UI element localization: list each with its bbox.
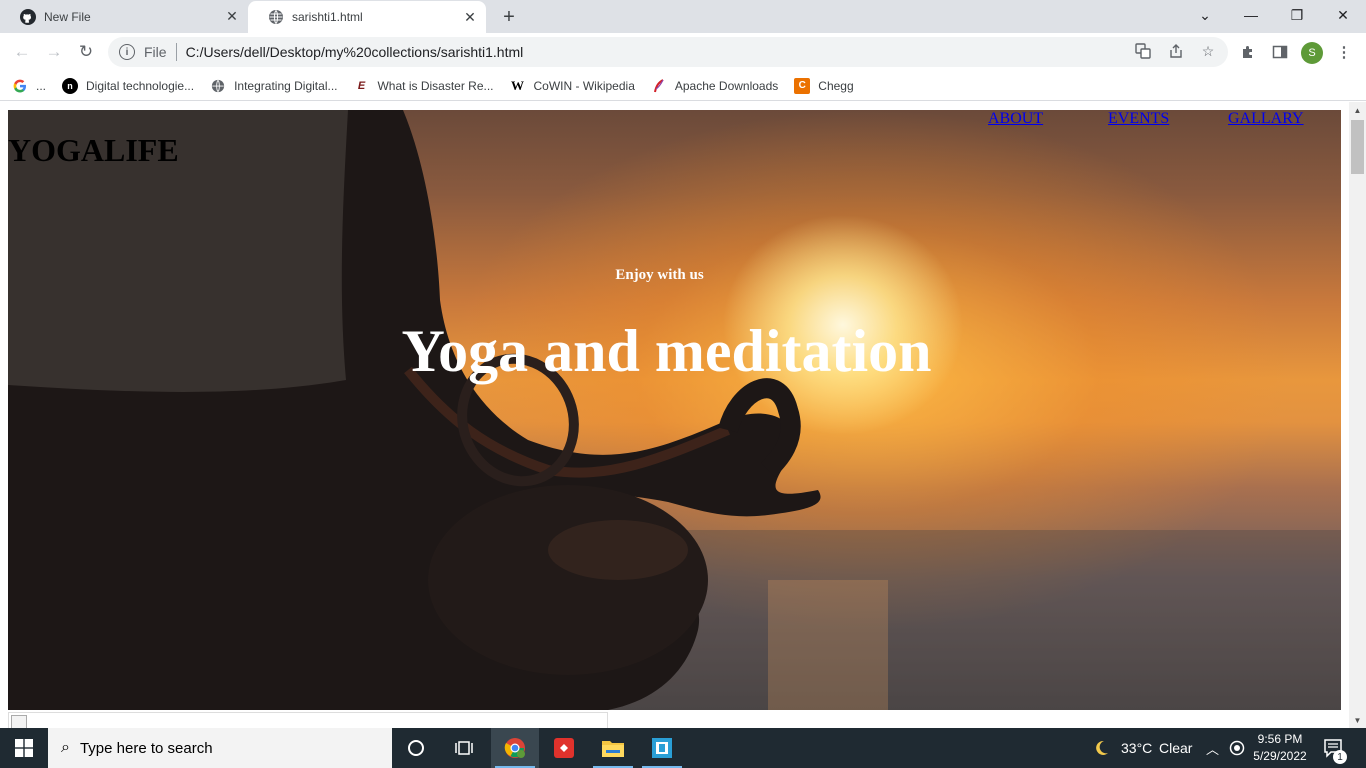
globe-icon (268, 9, 284, 25)
globe-icon (210, 78, 226, 94)
tab-title: sarishti1.html (292, 10, 363, 24)
tab-sarishti[interactable]: sarishti1.html ✕ (248, 1, 486, 33)
taskbar-vscode[interactable] (638, 728, 686, 768)
git-app-icon (554, 738, 574, 758)
folder-icon (602, 741, 624, 757)
bookmark-item[interactable]: n Digital technologie... (62, 77, 195, 94)
location-icon[interactable] (1229, 728, 1245, 768)
system-clock[interactable]: 9:56 PM 5/29/2022 (1250, 731, 1310, 765)
taskbar-chrome[interactable] (491, 728, 539, 768)
bookmark-item[interactable]: E What is Disaster Re... (353, 78, 494, 94)
bookmark-label: Digital technologie... (86, 78, 195, 93)
notification-badge: 1 (1333, 750, 1347, 764)
back-button[interactable]: ← (10, 40, 34, 64)
bookmark-label: Apache Downloads (674, 78, 779, 93)
notifications-icon[interactable]: 1 (1323, 728, 1347, 768)
feather-icon (651, 78, 667, 94)
hero-title: Yoga and meditation (401, 318, 932, 384)
start-button[interactable] (0, 728, 48, 768)
nav-link-gallary[interactable]: GALLARY (1228, 110, 1304, 128)
address-bar[interactable]: i File C:/Users/dell/Desktop/my%20collec… (108, 37, 1228, 67)
bookmark-label: Integrating Digital... (234, 78, 338, 93)
weather-desc[interactable]: Clear (1159, 728, 1192, 768)
broken-image-icon (11, 715, 27, 728)
share-icon[interactable] (1167, 42, 1185, 60)
hero-subtitle: Enjoy with us (615, 267, 704, 283)
page-viewport: YOGALIFE ABOUT EVENTS GALLARY Enjoy with… (0, 102, 1349, 728)
clock-date: 5/29/2022 (1253, 749, 1307, 763)
bookmark-item[interactable]: ... (12, 78, 46, 94)
bookmark-label: Chegg (818, 78, 854, 93)
hero-banner: YOGALIFE ABOUT EVENTS GALLARY Enjoy with… (8, 110, 1341, 710)
url-text[interactable]: C:/Users/dell/Desktop/my%20collections/s… (186, 44, 524, 60)
divider (175, 43, 177, 61)
windows-taskbar: ⌕ Type here to search 33°C Clear ︿ 9:56 … (0, 728, 1366, 768)
google-icon (12, 78, 28, 94)
scheme-label: File (144, 44, 167, 60)
tab-new-file[interactable]: New File ✕ (0, 0, 248, 33)
windows-icon (15, 739, 33, 757)
translate-icon[interactable] (1134, 42, 1152, 60)
scroll-up-icon[interactable]: ▲ (1349, 102, 1366, 118)
extensions-icon[interactable] (1237, 41, 1259, 63)
new-tab-button[interactable]: + (498, 6, 520, 28)
weather-icon[interactable] (1092, 728, 1110, 768)
bookmark-label: CoWIN - Wikipedia (533, 78, 635, 93)
close-tab-icon[interactable]: ✕ (224, 8, 240, 25)
weather-temp[interactable]: 33°C (1121, 728, 1152, 768)
show-hidden-icons-icon[interactable]: ︿ (1206, 728, 1219, 768)
cortana-icon (408, 740, 424, 756)
broken-image (8, 712, 608, 728)
taskbar-search[interactable]: ⌕ Type here to search (48, 728, 392, 768)
bookmarks-bar: ... n Digital technologie... Integrating… (0, 71, 1366, 101)
minimize-button[interactable]: — (1228, 0, 1274, 30)
scroll-thumb[interactable] (1351, 120, 1364, 174)
github-icon (20, 8, 36, 25)
clock-time: 9:56 PM (1257, 732, 1303, 746)
close-window-button[interactable]: ✕ (1320, 0, 1366, 30)
side-panel-icon[interactable] (1269, 41, 1291, 63)
forward-button[interactable]: → (42, 40, 66, 64)
restore-button[interactable]: ❐ (1274, 0, 1320, 30)
chegg-icon: C (794, 77, 811, 94)
search-placeholder: Type here to search (79, 739, 213, 757)
n-icon: n (62, 77, 79, 94)
search-icon: ⌕ (61, 739, 70, 756)
scroll-down-icon[interactable]: ▼ (1349, 712, 1366, 728)
wikipedia-icon: W (511, 77, 525, 93)
browser-toolbar: ← → ↻ i File C:/Users/dell/Desktop/my%20… (0, 33, 1366, 71)
chrome-icon (504, 738, 525, 758)
bookmark-star-icon[interactable]: ☆ (1199, 42, 1217, 60)
meditation-hand-image (8, 110, 1341, 710)
nav-link-about[interactable]: ABOUT (988, 110, 1043, 128)
menu-icon[interactable]: ⋮ (1333, 41, 1355, 63)
bookmark-item[interactable]: Integrating Digital... (210, 78, 337, 94)
bookmark-item[interactable]: Apache Downloads (651, 78, 778, 94)
bookmark-item[interactable]: C Chegg (794, 77, 854, 94)
info-icon[interactable]: i (119, 44, 135, 60)
task-view-icon (455, 741, 473, 755)
reload-button[interactable]: ↻ (74, 40, 98, 64)
tab-title: New File (44, 9, 91, 24)
site-logo[interactable]: YOGALIFE (8, 132, 179, 169)
profile-avatar[interactable]: S (1301, 42, 1323, 64)
taskbar-git-app[interactable] (540, 728, 588, 768)
bookmark-label: ... (36, 78, 47, 93)
e-icon: E (357, 79, 366, 92)
editor-icon (652, 738, 672, 758)
taskbar-file-explorer[interactable] (589, 728, 637, 768)
nav-link-events[interactable]: EVENTS (1108, 110, 1169, 128)
task-view-button[interactable] (440, 728, 488, 768)
tab-search-icon[interactable]: ⌄ (1182, 0, 1228, 30)
bookmark-item[interactable]: W CoWIN - Wikipedia (510, 78, 635, 94)
tab-strip: New File ✕ sarishti1.html ✕ + ⌄ — ❐ ✕ (0, 0, 1366, 33)
page-scrollbar[interactable]: ▲ ▼ (1349, 102, 1366, 728)
bookmark-label: What is Disaster Re... (377, 78, 494, 93)
cortana-button[interactable] (392, 728, 440, 768)
close-tab-icon[interactable]: ✕ (462, 9, 478, 25)
